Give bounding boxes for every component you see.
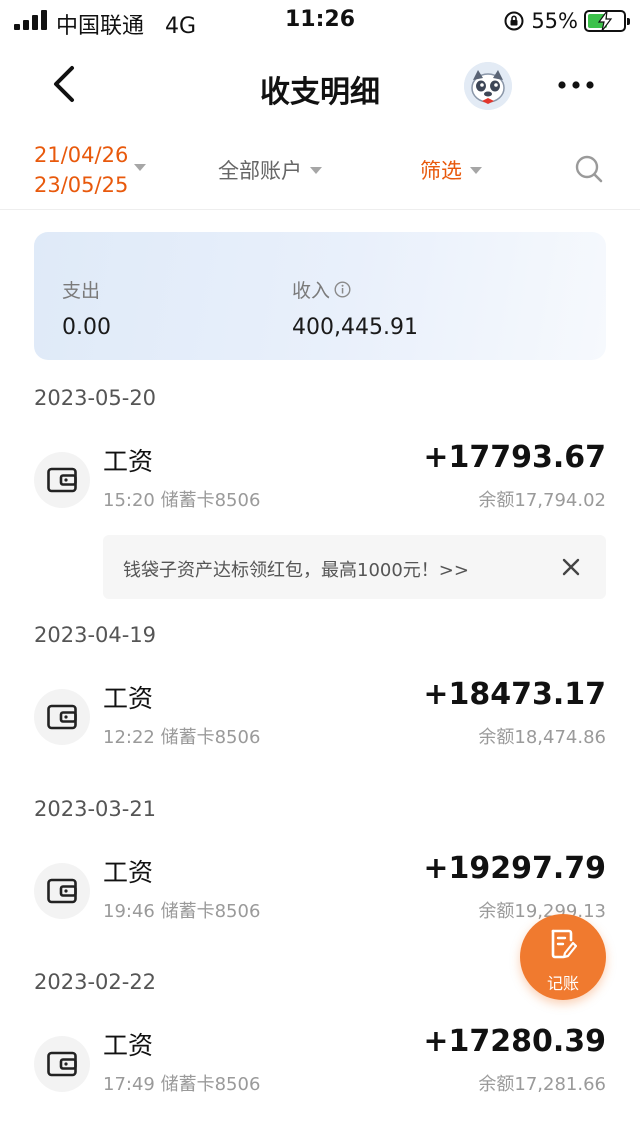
nav-bar: 收支明细 (0, 42, 640, 128)
expense-label: 支出 (62, 280, 101, 302)
wallet-icon (34, 1036, 90, 1092)
add-entry-button[interactable]: 记账 (520, 914, 606, 1000)
wallet-icon (34, 452, 90, 508)
transaction-meta: 15:20 储蓄卡8506 (103, 490, 261, 511)
accounts-filter[interactable]: 全部账户 (218, 155, 322, 185)
transaction-meta: 19:46 储蓄卡8506 (103, 901, 261, 922)
accounts-filter-label: 全部账户 (218, 159, 302, 183)
add-entry-label: 记账 (546, 974, 579, 993)
transaction-title: 工资 (103, 1031, 154, 1060)
income-summary: 收入 400,445.91 (292, 276, 418, 340)
date-header: 2023-05-20 (34, 386, 157, 410)
accounts-caret-icon (310, 166, 322, 174)
transaction-amount: +17793.67 (423, 440, 606, 475)
promo-banner[interactable]: 钱袋子资产达标领红包，最高1000元！>> (103, 535, 606, 599)
transaction-row[interactable]: 工资 12:22 储蓄卡8506 +18473.17 余额18,474.86 (0, 671, 640, 767)
transaction-balance: 余额18,474.86 (478, 727, 606, 748)
search-icon[interactable] (574, 154, 604, 184)
status-bar: 中国联通 4G 11:26 55% (0, 0, 640, 42)
rotation-lock-icon (504, 11, 524, 31)
status-right: 55% (503, 7, 630, 35)
avatar[interactable] (464, 62, 512, 110)
battery-percent: 55% (531, 9, 578, 33)
income-value: 400,445.91 (292, 315, 418, 340)
date-range-filter[interactable]: 21/04/26 23/05/25 (34, 140, 128, 200)
transaction-title: 工资 (103, 858, 154, 887)
date-caret-icon (134, 164, 146, 171)
expense-value: 0.00 (62, 315, 111, 340)
date-end: 23/05/25 (34, 173, 129, 197)
note-edit-icon (551, 929, 577, 959)
transaction-amount: +17280.39 (423, 1024, 606, 1059)
income-label: 收入 (292, 280, 331, 302)
date-header: 2023-04-19 (34, 623, 157, 647)
filter-bar: 21/04/26 23/05/25 全部账户 筛选 (0, 128, 640, 210)
transaction-title: 工资 (103, 684, 154, 713)
more-dots-icon[interactable] (554, 72, 598, 98)
wallet-icon (34, 863, 90, 919)
screen-filter[interactable]: 筛选 (420, 155, 482, 185)
info-icon[interactable] (334, 281, 351, 298)
date-header: 2023-03-21 (34, 797, 157, 821)
battery-icon (584, 10, 630, 32)
transaction-meta: 12:22 储蓄卡8506 (103, 727, 261, 748)
mascot-avatar-icon (464, 62, 512, 110)
transaction-row[interactable]: 工资 17:49 储蓄卡8506 +17280.39 余额17,281.66 (0, 1018, 640, 1114)
promo-text: 钱袋子资产达标领红包，最高1000元！>> (123, 560, 469, 581)
charging-bolt-icon (597, 11, 613, 31)
wallet-icon (34, 689, 90, 745)
screen-caret-icon (470, 166, 482, 174)
transaction-amount: +19297.79 (423, 851, 606, 886)
transaction-row[interactable]: 工资 15:20 储蓄卡8506 +17793.67 余额17,794.02 (0, 434, 640, 530)
screen-filter-label: 筛选 (420, 159, 462, 183)
close-icon[interactable] (560, 556, 582, 578)
page-title: 收支明细 (260, 75, 380, 110)
transaction-amount: +18473.17 (423, 677, 606, 712)
transaction-balance: 余额17,794.02 (478, 490, 606, 511)
date-header: 2023-02-22 (34, 970, 157, 994)
summary-card: 支出 0.00 收入 400,445.91 (34, 232, 606, 360)
expense-summary: 支出 0.00 (62, 276, 111, 340)
date-start: 21/04/26 (34, 143, 129, 167)
transaction-meta: 17:49 储蓄卡8506 (103, 1074, 261, 1095)
transaction-title: 工资 (103, 447, 154, 476)
transaction-balance: 余额17,281.66 (478, 1074, 606, 1095)
